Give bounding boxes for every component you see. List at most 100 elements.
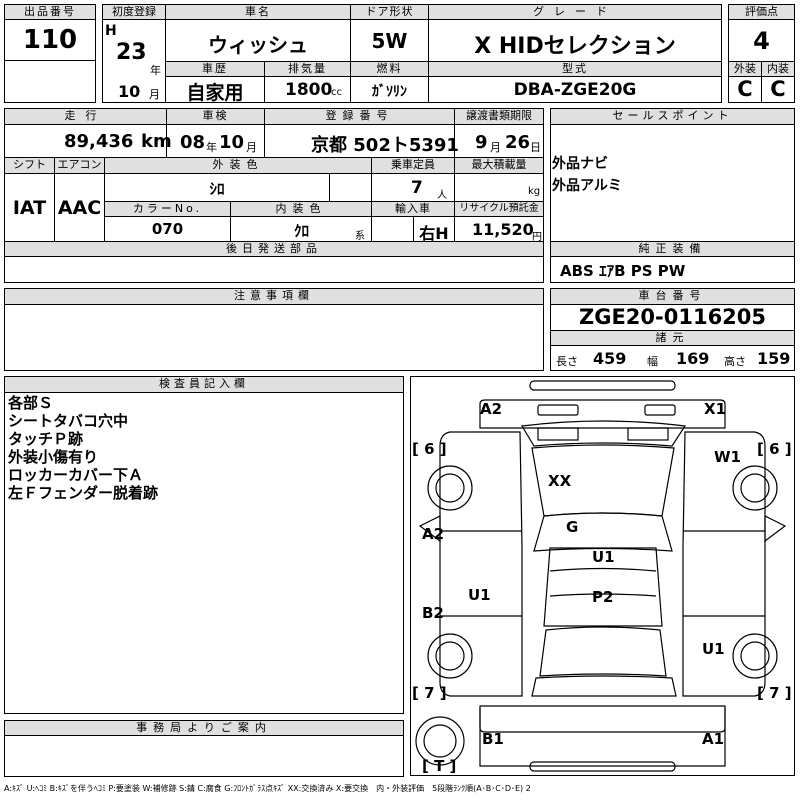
grade-label: グレード	[428, 4, 722, 20]
import-cell	[371, 216, 414, 242]
office-label: 事務局よりご案内	[4, 720, 404, 736]
damage-mark: G	[566, 518, 578, 536]
transfer-day: 26	[505, 132, 531, 153]
part-bracket: [ T ]	[422, 757, 456, 775]
score-label: 評価点	[728, 4, 795, 20]
specs-length-label: 長さ	[556, 355, 578, 368]
displacement-unit: cc	[331, 87, 342, 98]
first-reg-label: 初度登録	[102, 4, 166, 20]
car-diagram: A2 X1 W1 XX G A2 U1 U1 P2 B2 U1 B1 A1 [ …	[412, 380, 792, 775]
interior-grade-label: 内装	[761, 61, 795, 77]
legend-text: A:ｷｽﾞ U:ﾍｺﾐ B:ｷｽﾞを伴うﾍｺﾐ P:要塗装 W:補修跡 S:錆 …	[4, 784, 531, 793]
lot-number: 110	[22, 25, 78, 55]
sales-point-label: セールスポイント	[550, 108, 795, 125]
first-reg-era: H	[105, 23, 117, 39]
door-label: ドア形状	[350, 4, 429, 20]
transfer-day-unit: 日	[530, 141, 541, 154]
color-no-value: 070	[151, 220, 184, 238]
inspection-year-unit: 年	[206, 141, 217, 154]
car-name-value: ウィッシュ	[208, 33, 308, 57]
history-label: 車歴	[165, 61, 265, 77]
ext-color-sub-cell	[329, 173, 372, 202]
damage-mark: XX	[548, 472, 572, 490]
ext-color-value: ｼﾛ	[209, 180, 225, 198]
damage-mark: U1	[592, 548, 615, 566]
inspector-note-line: シートタバコ穴中	[8, 412, 129, 430]
max-load-unit: kg	[528, 186, 541, 197]
model-value: DBA-ZGE20G	[513, 80, 637, 100]
inspection-year: 08	[180, 132, 206, 153]
damage-mark: P2	[592, 588, 613, 606]
damage-mark: A1	[702, 730, 724, 748]
damage-mark: B2	[422, 604, 444, 622]
damage-mark: X1	[704, 400, 726, 418]
int-color-label: 内装色	[230, 201, 372, 217]
transfer-month-unit: 月	[490, 141, 501, 154]
damage-mark: A2	[422, 525, 444, 543]
office-cell	[4, 735, 404, 777]
transfer-label: 譲渡書類期限	[454, 108, 544, 125]
ext-color-label: 外装色	[104, 157, 372, 174]
aircon-value: AAC	[57, 197, 102, 219]
score-value: 4	[753, 27, 770, 55]
fuel-value: ｶﾞｿﾘﾝ	[372, 84, 407, 100]
inspection-month-unit: 月	[246, 141, 257, 154]
inspector-note-line: 左Ｆフェンダー脱着跡	[8, 484, 159, 502]
interior-grade-value: C	[770, 77, 786, 101]
equipment-value: ABS ｴｱB PS PW	[560, 262, 686, 280]
lot-label: 出品番号	[4, 4, 96, 20]
int-color-unit: 系	[355, 231, 365, 242]
inspector-note-line: ロッカーカバー下Ａ	[8, 466, 144, 484]
specs-length-value: 459	[593, 349, 627, 368]
damage-mark: U1	[468, 586, 491, 604]
specs-width-label: 幅	[647, 355, 658, 368]
reg-number-label: 登録番号	[264, 108, 455, 125]
caution-cell	[4, 304, 544, 371]
recycle-value: 11,520	[472, 220, 534, 239]
int-color-value: ｸﾛ	[294, 222, 310, 240]
model-label: 型式	[428, 61, 722, 77]
mileage-value: 89,436	[64, 131, 134, 152]
shift-label: シフト	[4, 157, 55, 174]
part-bracket: [ 6 ]	[412, 440, 447, 458]
inspector-note-line: タッチＰ跡	[8, 430, 84, 448]
damage-mark: W1	[714, 448, 741, 466]
sales-point-item: 外品アルミ	[552, 178, 622, 194]
import-label: 輸入車	[371, 201, 455, 217]
inspector-label: 検査員記入欄	[4, 376, 404, 393]
part-bracket: [ 7 ]	[757, 684, 792, 702]
reg-number-value: 京都 502ト5391	[311, 135, 459, 156]
transfer-month: 9	[475, 132, 488, 153]
chassis-label: 車台番号	[550, 288, 795, 305]
capacity-value: 7	[411, 178, 423, 198]
first-reg-year-unit: 年	[150, 64, 161, 77]
exterior-grade-label: 外装	[728, 61, 762, 77]
first-reg-year: 23	[116, 40, 147, 65]
grade-value: X HIDセレクション	[474, 34, 676, 59]
max-load-label: 最大積載量	[454, 157, 544, 174]
inspector-note-line: 各部Ｓ	[8, 394, 54, 412]
sales-point-item: 外品ナビ	[552, 156, 608, 172]
later-parts-cell	[4, 256, 544, 283]
part-bracket: [ 7 ]	[412, 684, 447, 702]
lot-empty-cell	[4, 60, 96, 103]
exterior-grade-value: C	[737, 77, 753, 101]
inspector-notes: 各部Ｓ シートタバコ穴中 タッチＰ跡 外装小傷有り ロッカーカバー下Ａ 左Ｆフェ…	[8, 394, 158, 502]
specs-height-label: 高さ	[724, 355, 746, 368]
specs-width-value: 169	[676, 349, 710, 368]
color-no-label: カラーNo.	[104, 201, 231, 217]
inspection-label: 車検	[166, 108, 265, 125]
fuel-label: 燃料	[350, 61, 429, 77]
capacity-unit: 人	[437, 190, 447, 201]
first-reg-month-unit: 月	[149, 88, 160, 101]
mileage-label: 走行	[4, 108, 167, 125]
inspector-note-line: 外装小傷有り	[8, 448, 99, 466]
recycle-label: リサイクル預託金	[454, 201, 544, 217]
capacity-label: 乗車定員	[371, 157, 455, 174]
chassis-value: ZGE20-0116205	[578, 305, 767, 329]
displacement-value: 1800	[285, 80, 333, 100]
later-parts-label: 後日発送部品	[4, 241, 544, 257]
damage-mark: U1	[702, 640, 725, 658]
equipment-label: 純正装備	[550, 241, 795, 257]
specs-label: 諸元	[550, 330, 795, 346]
